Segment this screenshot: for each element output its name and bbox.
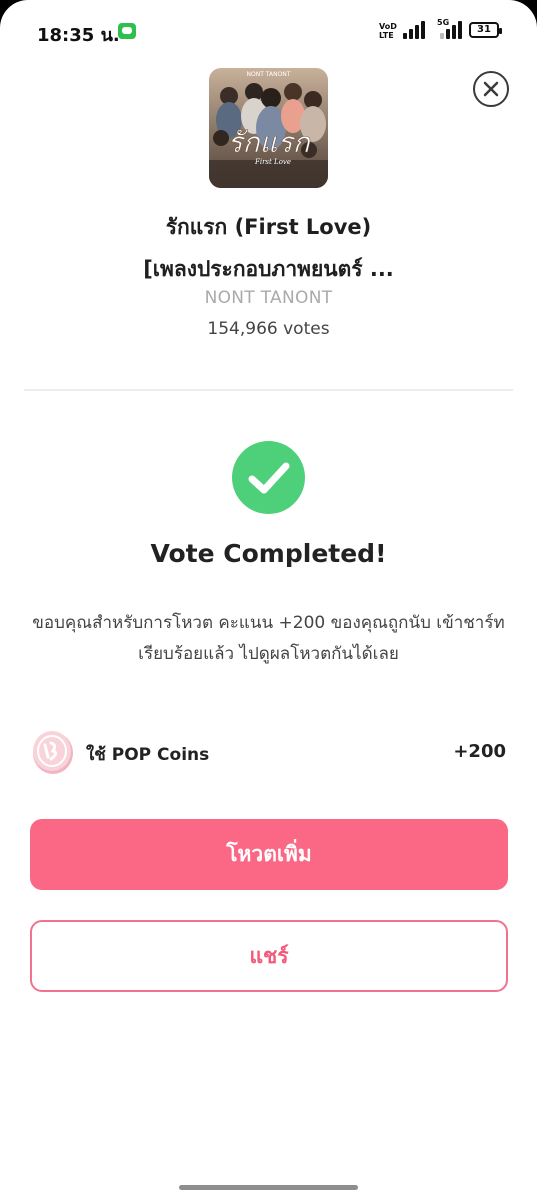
message-notification-icon <box>118 23 136 39</box>
vote-count: 154,966 votes <box>207 319 330 339</box>
checkmark-icon <box>248 462 289 493</box>
song-title: รักแรก (First Love) <box>165 215 372 239</box>
artist-name: NONT TANONT <box>204 288 333 308</box>
success-badge <box>232 441 305 514</box>
volte-icon: VoD LTE <box>379 22 397 40</box>
home-indicator[interactable] <box>179 1185 358 1190</box>
pop-coins-value: +200 <box>453 741 506 762</box>
cover-artist-text: NONT TANONT <box>247 71 291 78</box>
signal-strength-icon <box>403 21 427 39</box>
vote-completed-title: Vote Completed! <box>150 539 387 568</box>
vote-more-button[interactable]: โหวตเพิ่ม <box>30 819 508 890</box>
divider <box>24 389 513 391</box>
share-button[interactable]: แชร์ <box>30 920 508 992</box>
close-icon <box>483 81 499 97</box>
status-time: 18:35 น. <box>37 25 120 46</box>
battery-icon: 31 <box>469 22 502 38</box>
status-bar: 18:35 น. VoD LTE 5G 31 <box>0 0 537 62</box>
thank-you-message: ขอบคุณสำหรับการโหวต คะแนน +200 ของคุณถูก… <box>32 613 505 664</box>
album-cover-image: NONT TANONT รักแรก First Love <box>209 68 328 188</box>
pop-coin-icon <box>31 729 74 775</box>
cover-subtitle-text: First Love <box>254 158 291 166</box>
vote-result-sheet: 18:35 น. VoD LTE 5G 31 NONT TANONT รักแร… <box>0 0 537 1200</box>
pop-coins-label: ใช้ POP Coins <box>86 745 210 765</box>
song-subtitle: [เพลงประกอบภาพยนตร์ ... <box>143 257 394 281</box>
close-button[interactable] <box>473 71 509 107</box>
signal-5g-icon <box>440 21 464 39</box>
cover-title-text: รักแรก <box>227 126 311 159</box>
